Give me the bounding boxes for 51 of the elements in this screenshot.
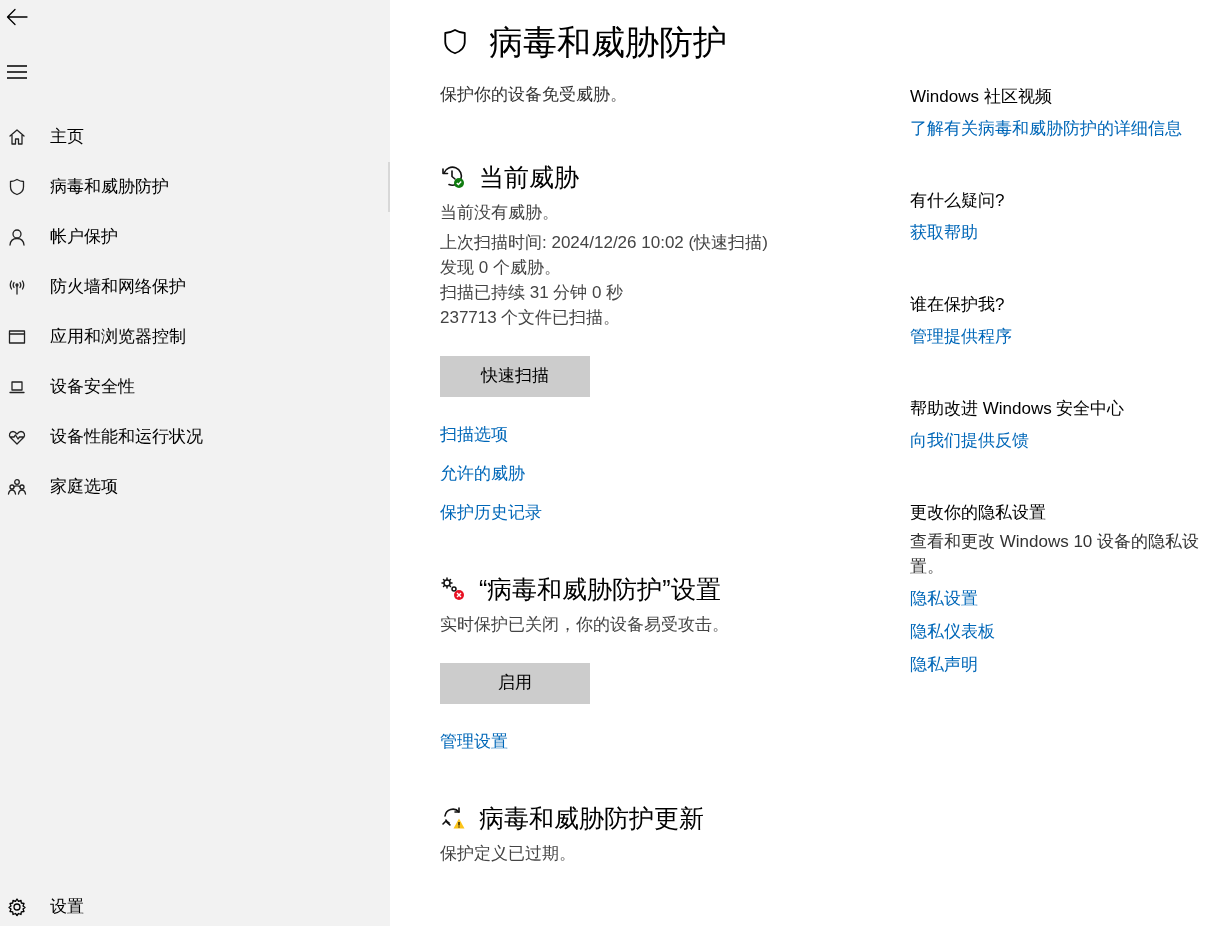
- section-title: 病毒和威胁防护更新: [479, 802, 704, 833]
- nav-item[interactable]: 应用和浏览器控制: [0, 312, 390, 362]
- status-text: 实时保护已关闭，你的设备易受攻击。: [440, 613, 730, 636]
- gears-status-icon: [440, 575, 466, 602]
- aside-heading: 谁在保护我?: [910, 294, 1005, 316]
- home-icon: [7, 127, 27, 147]
- page-subtitle: 保护你的设备免受威胁。: [440, 84, 628, 106]
- link[interactable]: 管理设置: [440, 729, 508, 753]
- link[interactable]: 管理提供程序: [910, 325, 1012, 349]
- nav-item[interactable]: 帐户保护: [0, 212, 390, 262]
- link[interactable]: 隐私声明: [910, 653, 978, 677]
- aside-heading: Windows 社区视频: [910, 86, 1052, 108]
- back-arrow-icon: [6, 8, 28, 26]
- antenna-icon: [7, 277, 27, 297]
- menu-icon: [7, 65, 27, 79]
- shield-icon: [7, 177, 27, 197]
- link[interactable]: 允许的威胁: [440, 461, 525, 485]
- status-text: 上次扫描时间: 2024/12/26 10:02 (快速扫描): [440, 231, 769, 254]
- page-title: 病毒和威胁防护: [489, 22, 727, 62]
- status-text: 当前没有威胁。: [440, 201, 560, 224]
- link[interactable]: 隐私仪表板: [910, 620, 995, 644]
- link[interactable]: 隐私设置: [910, 587, 978, 611]
- link[interactable]: 向我们提供反馈: [910, 429, 1029, 453]
- section-title: 当前威胁: [479, 161, 579, 192]
- person-icon: [7, 227, 27, 247]
- status-text: 237713 个文件已扫描。: [440, 306, 622, 329]
- sync-status-icon: [440, 804, 466, 831]
- link[interactable]: 扫描选项: [440, 422, 508, 446]
- status-text: 扫描已持续 31 分钟 0 秒: [440, 281, 625, 304]
- aside-heading: 有什么疑问?: [910, 190, 1005, 212]
- link[interactable]: 获取帮助: [910, 221, 978, 245]
- nav-item[interactable]: 家庭选项: [0, 462, 390, 512]
- nav-item[interactable]: 主页: [0, 112, 390, 162]
- nav-item[interactable]: 设备安全性: [0, 362, 390, 412]
- status-text: 保护定义已过期。: [440, 842, 577, 865]
- settings-nav-item[interactable]: 设置: [0, 892, 390, 922]
- link[interactable]: 保护历史记录: [440, 500, 542, 524]
- aside-heading: 更改你的隐私设置: [910, 502, 1046, 524]
- action-button[interactable]: 启用: [440, 662, 590, 704]
- section-title: “病毒和威胁防护”设置: [479, 573, 721, 604]
- nav-item[interactable]: 防火墙和网络保护: [0, 262, 390, 312]
- settings-icon: [7, 897, 27, 917]
- aside-heading: 帮助改进 Windows 安全中心: [910, 398, 1125, 420]
- aside-text: 查看和更改 Windows 10 设备的隐私设置。: [910, 531, 1201, 578]
- window-icon: [7, 327, 27, 347]
- link[interactable]: 了解有关病毒和威胁防护的详细信息: [910, 117, 1182, 141]
- family-icon: [7, 477, 27, 497]
- history-status-icon: [440, 163, 466, 190]
- nav-item[interactable]: 设备性能和运行状况: [0, 412, 390, 462]
- action-button[interactable]: 快速扫描: [440, 355, 590, 397]
- status-text: 发现 0 个威胁。: [440, 256, 562, 279]
